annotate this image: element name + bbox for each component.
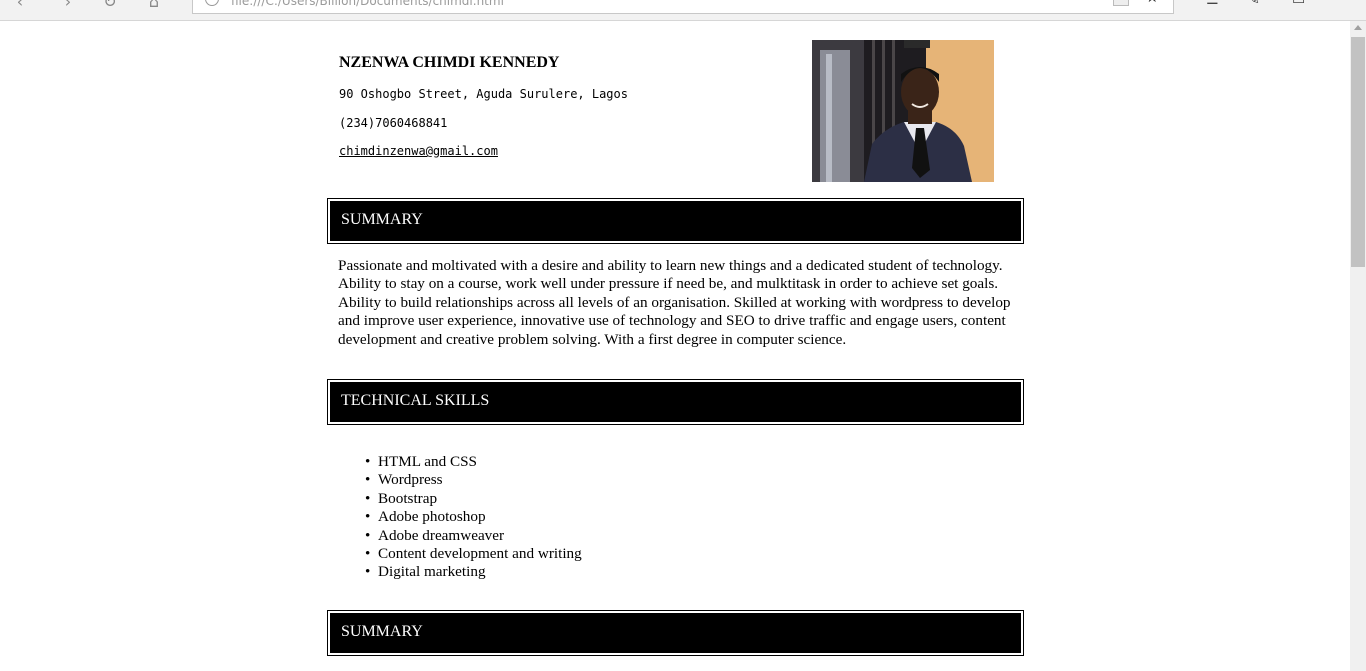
page-scrollbar[interactable] [1350,21,1366,671]
contact-email-link[interactable]: chimdinzenwa@gmail.com [339,144,498,158]
share-icon[interactable]: ▭ [1292,0,1305,8]
skill-item: Adobe dreamweaver [365,527,582,545]
skill-item: HTML and CSS [365,453,582,471]
resume-name: NZENWA CHIMDI KENNEDY [339,54,560,71]
summary-heading: SUMMARY [327,198,1024,244]
skill-item: Bootstrap [365,490,582,508]
skill-item: Wordpress [365,471,582,489]
technical-skills-heading-text: TECHNICAL SKILLS [330,382,1021,422]
second-summary-heading-text: SUMMARY [330,613,1021,653]
forward-icon[interactable]: › [58,0,78,12]
notes-icon[interactable]: ✎ [1248,0,1260,8]
second-summary-heading: SUMMARY [327,610,1024,656]
contact-phone: (234)7060468841 [339,116,448,130]
skills-list: HTML and CSS Wordpress Bootstrap Adobe p… [365,453,582,582]
back-icon[interactable]: ‹ [10,0,30,12]
address-url[interactable]: file:///C:/Users/Billion/Documents/chimd… [231,0,504,8]
skill-item: Content development and writing [365,545,582,563]
technical-skills-heading: TECHNICAL SKILLS [327,379,1024,425]
reading-view-icon[interactable] [1113,0,1129,6]
favorites-hub-icon[interactable]: ☰ [1206,0,1219,8]
favorite-star-icon[interactable]: ★ [1146,0,1159,6]
home-icon[interactable]: ⌂ [144,0,164,12]
scrollbar-thumb[interactable] [1351,37,1365,267]
profile-photo [812,40,994,182]
skill-item: Digital marketing [365,563,582,581]
browser-toolbar: ‹ › ↻ ⌂ file:///C:/Users/Billion/Documen… [0,0,1366,21]
profile-photo-image [812,40,994,182]
address-bar[interactable]: file:///C:/Users/Billion/Documents/chimd… [192,0,1174,14]
info-icon[interactable] [205,0,219,6]
refresh-icon[interactable]: ↻ [100,0,120,12]
contact-address: 90 Oshogbo Street, Aguda Surulere, Lagos [339,87,628,101]
summary-paragraph: Passionate and moltivated with a desire … [338,257,1011,348]
skill-item: Adobe photoshop [365,508,582,526]
summary-heading-text: SUMMARY [330,201,1021,241]
scroll-up-icon[interactable] [1354,25,1362,30]
